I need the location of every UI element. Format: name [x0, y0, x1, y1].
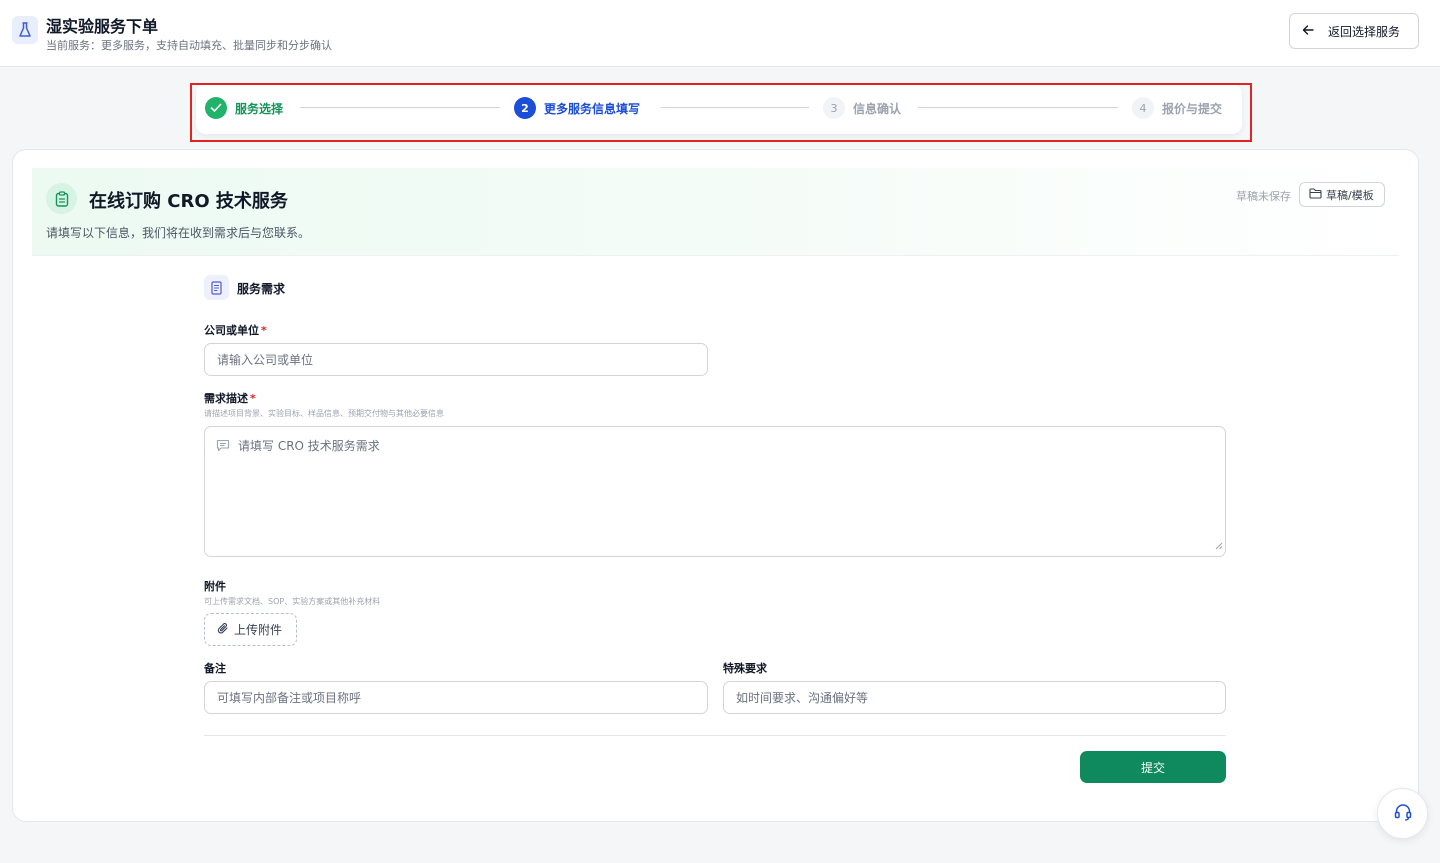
headset-icon	[1393, 802, 1413, 826]
special-requirements-label: 特殊要求	[723, 662, 767, 675]
upload-button-label: 上传附件	[234, 623, 283, 637]
paperclip-icon	[217, 622, 229, 638]
app-header: 湿实验服务下单 当前服务：更多服务，支持自动填充、批量同步和分步确认 返回选择服…	[0, 0, 1440, 67]
draft-status: 草稿未保存	[1236, 190, 1291, 203]
page-subtitle: 当前服务：更多服务，支持自动填充、批量同步和分步确认	[46, 39, 332, 52]
section-title: 服务需求	[237, 282, 286, 296]
document-icon	[204, 275, 229, 300]
company-label-text: 公司或单位	[204, 324, 259, 337]
special-placeholder: 如时间要求、沟通偏好等	[736, 691, 869, 705]
special-requirements-input[interactable]: 如时间要求、沟通偏好等	[723, 681, 1226, 714]
description-label-text: 需求描述	[204, 392, 248, 405]
description-label: 需求描述 *	[204, 390, 256, 406]
notes-label: 备注	[204, 662, 226, 675]
draft-button-label: 草稿/模板	[1326, 188, 1374, 202]
arrow-left-icon	[1302, 24, 1314, 39]
description-placeholder: 请填写 CRO 技术服务需求	[238, 439, 380, 453]
stepper-highlight-box	[190, 83, 1252, 142]
required-mark: *	[250, 392, 256, 405]
folder-icon	[1309, 187, 1322, 202]
attachment-hint: 可上传需求文档、SOP、实验方案或其他补充材料	[204, 597, 381, 606]
notes-placeholder: 可填写内部备注或项目称呼	[217, 691, 362, 705]
draft-template-button[interactable]: 草稿/模板	[1299, 182, 1385, 207]
description-hint: 请描述项目背景、实验目标、样品信息、预期交付物与其他必要信息	[204, 409, 444, 418]
notes-input[interactable]: 可填写内部备注或项目称呼	[204, 681, 708, 714]
upload-attachment-button[interactable]: 上传附件	[204, 613, 297, 646]
form-divider	[204, 735, 1226, 736]
required-mark: *	[261, 324, 267, 337]
clipboard-icon	[46, 183, 77, 214]
flask-icon	[12, 16, 38, 44]
customer-support-button[interactable]	[1377, 788, 1428, 839]
resize-handle-icon[interactable]	[1215, 535, 1223, 554]
submit-button[interactable]: 提交	[1080, 751, 1226, 783]
back-to-service-button[interactable]: 返回选择服务	[1289, 13, 1419, 49]
company-input[interactable]: 请输入公司或单位	[204, 343, 708, 376]
form-description: 请填写以下信息，我们将在收到需求后与您联系。	[46, 226, 311, 240]
page-title: 湿实验服务下单	[46, 17, 159, 36]
message-icon	[216, 437, 230, 456]
attachment-label: 附件	[204, 580, 226, 593]
back-button-label: 返回选择服务	[1328, 24, 1401, 39]
description-textarea[interactable]: 请填写 CRO 技术服务需求	[204, 426, 1226, 557]
form-title: 在线订购 CRO 技术服务	[89, 191, 288, 212]
company-label: 公司或单位 *	[204, 322, 267, 338]
company-placeholder: 请输入公司或单位	[217, 353, 314, 367]
